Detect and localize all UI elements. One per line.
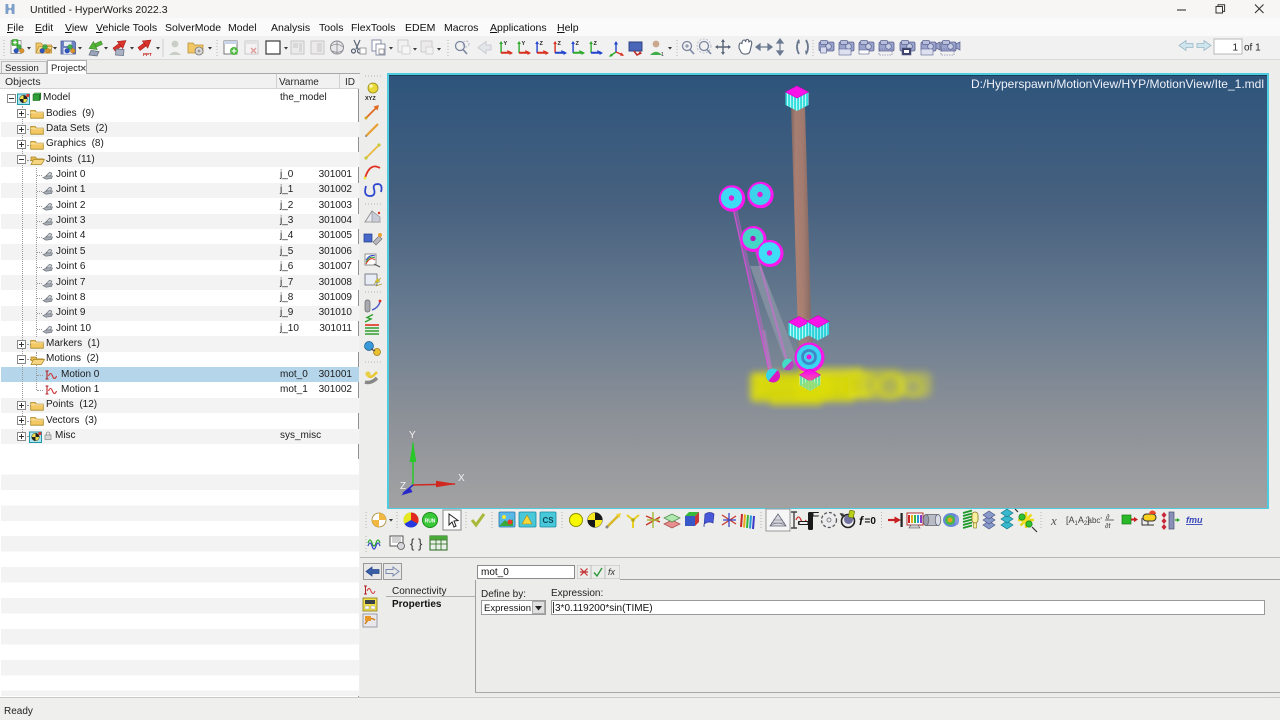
svg-text:f: f (859, 514, 864, 528)
svg-text:1: 1 (661, 52, 664, 58)
svg-text:Y: Y (522, 41, 526, 47)
svg-text:x: x (1050, 513, 1057, 528)
svg-text:CS: CS (542, 516, 554, 525)
svg-text:∂t: ∂t (1105, 523, 1111, 530)
svg-text:fx: fx (608, 567, 616, 577)
svg-text:Z: Z (400, 481, 406, 492)
svg-text:Z: Z (576, 41, 580, 47)
svg-text:of 1: of 1 (1244, 43, 1261, 54)
svg-text:X: X (458, 473, 465, 484)
svg-text:Z: Z (594, 41, 598, 47)
svg-text:XYZ: XYZ (365, 96, 376, 102)
svg-text:=0: =0 (865, 516, 877, 527)
svg-text:Y: Y (504, 41, 508, 47)
svg-text:Z: Z (540, 41, 544, 47)
svg-text:Z: Z (558, 41, 562, 47)
svg-text:1: 1 (1232, 43, 1238, 54)
svg-text:fmu: fmu (1186, 515, 1203, 525)
svg-text:RUN: RUN (425, 519, 436, 525)
svg-text:{ }: { } (410, 536, 423, 551)
svg-text:Y: Y (409, 430, 416, 441)
svg-text:PPT: PPT (143, 52, 152, 57)
svg-text:'abc': 'abc' (1086, 516, 1102, 525)
